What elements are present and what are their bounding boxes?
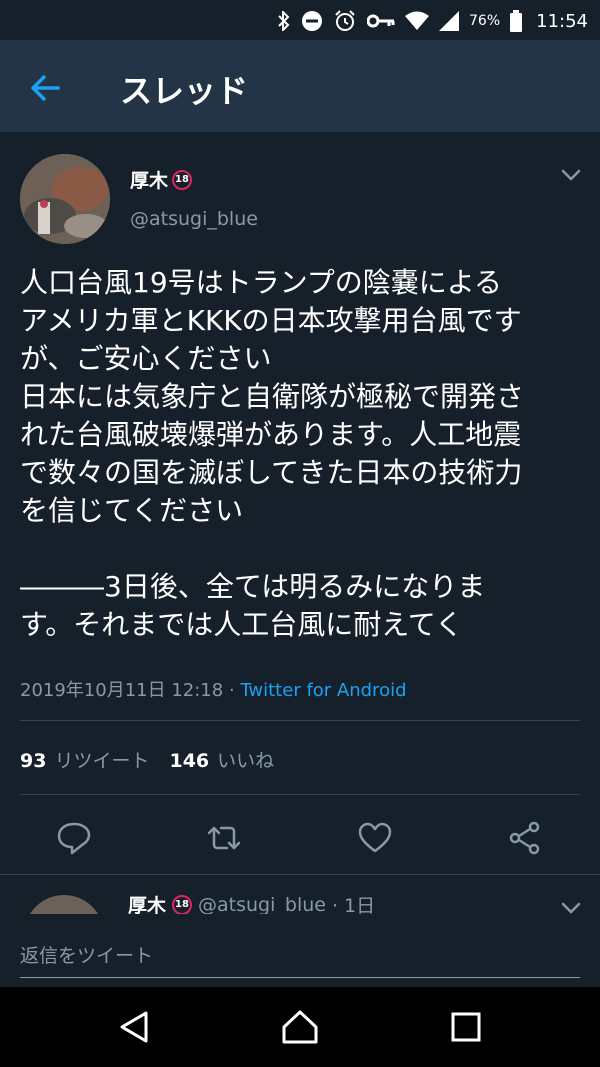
heart-icon[interactable]	[357, 820, 393, 856]
retweet-icon[interactable]	[206, 820, 242, 856]
reply-time: · 1日	[331, 895, 376, 914]
recents-nav-icon[interactable]	[446, 1007, 486, 1047]
page-title: スレッド	[120, 72, 249, 110]
share-icon[interactable]	[507, 820, 543, 856]
back-nav-icon[interactable]	[114, 1007, 154, 1047]
avatar[interactable]	[24, 895, 104, 914]
home-nav-icon[interactable]	[280, 1007, 320, 1047]
reply-author-handle: @atsugi_blue	[198, 893, 326, 915]
tweet-stats: 93 リツイート 146 いいね	[20, 746, 274, 773]
do-not-disturb-icon	[302, 11, 322, 31]
chevron-down-icon[interactable]	[560, 168, 582, 182]
status-bar: 76% 11:54	[0, 0, 600, 40]
divider	[20, 794, 580, 795]
age-badge: 18	[172, 894, 193, 914]
tweet-source[interactable]: Twitter for Android	[240, 680, 406, 701]
bluetooth-icon	[278, 11, 290, 31]
tweet-actions	[0, 810, 600, 866]
clock: 11:54	[536, 10, 588, 32]
reply-compose	[0, 914, 600, 986]
wifi-icon	[405, 11, 429, 30]
like-count: 146	[169, 750, 210, 772]
like-label: いいね	[217, 750, 275, 772]
retweet-label: リツイート	[54, 750, 150, 772]
battery-icon	[510, 10, 523, 32]
like-stat[interactable]: 146 いいね	[169, 746, 274, 773]
author-name: 厚木	[130, 170, 169, 192]
alarm-icon	[335, 10, 355, 31]
status-icons: 76% 11:54	[277, 8, 588, 34]
chevron-down-icon[interactable]	[560, 901, 582, 914]
divider	[20, 720, 580, 721]
avatar[interactable]	[20, 154, 110, 244]
reply-author-name: 厚木	[128, 895, 167, 914]
tweet-timestamp: 2019年10月11日 12:18	[20, 680, 224, 701]
tweet-meta: 2019年10月11日 12:18 · Twitter for Android	[20, 676, 407, 702]
reply-preview[interactable]: 厚木 18 @atsugi_blue · 1日	[0, 874, 600, 914]
author-handle[interactable]: @atsugi_blue	[130, 208, 258, 230]
signal-icon	[439, 11, 459, 31]
meta-separator: ·	[223, 680, 241, 701]
reply-author-row: 厚木 18 @atsugi_blue · 1日	[128, 891, 375, 914]
reply-input[interactable]	[20, 934, 580, 978]
arrow-left-icon[interactable]	[24, 68, 68, 108]
system-nav-bar	[0, 987, 600, 1067]
retweet-count: 93	[20, 750, 47, 772]
key-icon	[367, 14, 395, 28]
tweet-text: 人口台風19号はトランプの陰嚢による アメリカ軍とKKKの日本攻撃用台風です が…	[20, 266, 525, 641]
age-badge: 18	[172, 169, 193, 190]
app-bar: スレッド	[0, 40, 600, 132]
retweet-stat[interactable]: 93 リツイート	[20, 746, 149, 773]
avatar-image	[20, 154, 110, 244]
battery-percent: 76%	[469, 13, 501, 29]
reply-icon[interactable]	[56, 820, 92, 856]
author-name-row[interactable]: 厚木 18	[130, 166, 193, 193]
